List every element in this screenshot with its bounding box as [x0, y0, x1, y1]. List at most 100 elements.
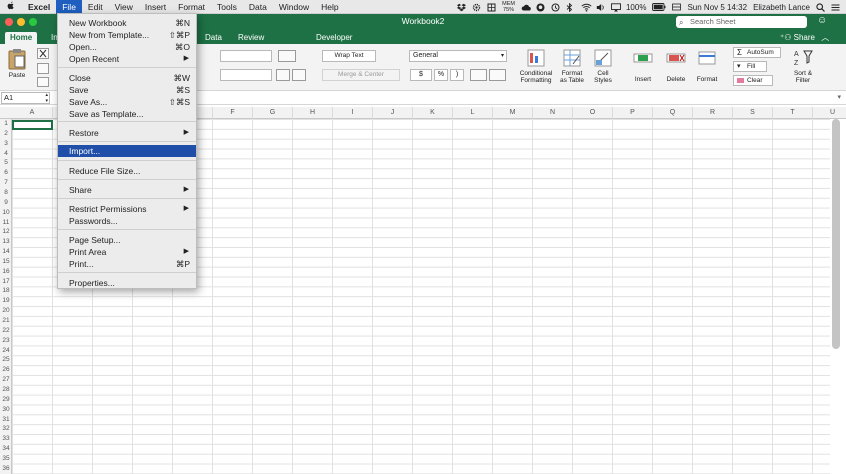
menu-item-open[interactable]: Open... ⌘O	[58, 41, 196, 53]
copy-icon[interactable]	[37, 63, 49, 74]
menu-view[interactable]: View	[109, 0, 139, 14]
row-header[interactable]: 7	[0, 178, 12, 188]
decrease-indent-icon[interactable]	[276, 69, 290, 81]
column-header[interactable]: G	[253, 107, 293, 119]
column-header[interactable]: K	[413, 107, 453, 119]
conditional-formatting-button[interactable]: Conditional Formatting	[516, 48, 556, 84]
menu-list-icon[interactable]	[831, 3, 840, 12]
vertical-align-group[interactable]	[220, 50, 272, 62]
format-painter-icon[interactable]	[37, 77, 49, 87]
vertical-scrollbar[interactable]	[832, 119, 840, 349]
percent-button[interactable]: %	[434, 69, 448, 81]
decrease-decimal-icon[interactable]	[489, 69, 506, 81]
row-header[interactable]: 18	[0, 286, 12, 296]
format-as-table-button[interactable]: Format as Table	[557, 48, 587, 84]
row-header[interactable]: 23	[0, 336, 12, 346]
row-header[interactable]: 27	[0, 375, 12, 385]
menu-item-print-area[interactable]: Print Area ▶	[58, 246, 196, 258]
menu-item-restrict-permissions[interactable]: Restrict Permissions ▶	[58, 203, 196, 215]
row-header[interactable]: 33	[0, 434, 12, 444]
menu-item-new-from-template[interactable]: New from Template... ⇧⌘P	[58, 29, 196, 41]
column-header[interactable]: R	[693, 107, 733, 119]
row-header[interactable]: 21	[0, 316, 12, 326]
increase-indent-icon[interactable]	[292, 69, 306, 81]
row-header[interactable]: 35	[0, 454, 12, 464]
row-header[interactable]: 2	[0, 129, 12, 139]
row-header[interactable]: 30	[0, 405, 12, 415]
name-box[interactable]: A1 ▴ ▾	[1, 92, 50, 104]
menu-data[interactable]: Data	[243, 0, 273, 14]
battery-icon[interactable]	[652, 2, 666, 12]
menu-item-restore[interactable]: Restore ▶	[58, 127, 196, 139]
column-header[interactable]: M	[493, 107, 533, 119]
menu-item-save-as-template[interactable]: Save as Template...	[58, 108, 196, 120]
currency-button[interactable]: $	[410, 69, 432, 81]
row-header[interactable]: 15	[0, 257, 12, 267]
spotlight-search-icon[interactable]	[816, 2, 825, 12]
column-header[interactable]: N	[533, 107, 573, 119]
row-header[interactable]: 8	[0, 188, 12, 198]
dropbox-icon[interactable]	[457, 3, 467, 12]
row-header[interactable]: 34	[0, 444, 12, 454]
row-header[interactable]: 20	[0, 306, 12, 316]
row-header[interactable]: 25	[0, 355, 12, 365]
column-header[interactable]: H	[293, 107, 333, 119]
merge-center-button[interactable]: Merge & Center	[322, 69, 400, 81]
menu-insert[interactable]: Insert	[139, 0, 172, 14]
tab-home[interactable]: Home	[5, 32, 38, 44]
column-header[interactable]: T	[773, 107, 813, 119]
row-header[interactable]: 31	[0, 415, 12, 425]
collapse-ribbon-icon[interactable]: ︿	[821, 33, 829, 42]
row-header[interactable]: 11	[0, 218, 12, 228]
column-header[interactable]: A	[12, 107, 53, 119]
paste-button[interactable]: Paste	[4, 48, 30, 79]
menu-item-reduce-file-size[interactable]: Reduce File Size...	[58, 165, 196, 177]
menu-excel[interactable]: Excel	[22, 0, 56, 14]
menu-edit[interactable]: Edit	[82, 0, 109, 14]
row-header[interactable]: 19	[0, 296, 12, 306]
wifi-icon[interactable]	[581, 3, 592, 12]
active-cell[interactable]	[12, 120, 53, 130]
horizontal-align-group[interactable]	[220, 69, 272, 81]
tab-review[interactable]: Review	[233, 32, 269, 44]
menu-item-properties[interactable]: Properties...	[58, 277, 196, 289]
user-name[interactable]: Elizabeth Lance	[753, 3, 810, 12]
search-sheet-input[interactable]: ⌕ Search Sheet	[676, 16, 807, 28]
gear-icon[interactable]	[472, 3, 481, 12]
network-icon[interactable]	[487, 3, 496, 12]
fill-button[interactable]: ▾ Fill	[733, 61, 767, 72]
column-header[interactable]: J	[373, 107, 413, 119]
row-header[interactable]: 1	[0, 119, 12, 129]
row-header[interactable]: 17	[0, 277, 12, 287]
row-header[interactable]: 12	[0, 227, 12, 237]
number-format-select[interactable]: General ▾	[409, 50, 507, 62]
column-header[interactable]: Q	[653, 107, 693, 119]
menu-item-close[interactable]: Close ⌘W	[58, 72, 196, 84]
menu-item-save[interactable]: Save ⌘S	[58, 84, 196, 96]
row-header[interactable]: 26	[0, 365, 12, 375]
column-header[interactable]: S	[733, 107, 773, 119]
menu-item-open-recent[interactable]: Open Recent ▶	[58, 53, 196, 65]
row-header[interactable]: 3	[0, 139, 12, 149]
column-header[interactable]: I	[333, 107, 373, 119]
column-header[interactable]: O	[573, 107, 613, 119]
menu-item-new-workbook[interactable]: New Workbook ⌘N	[58, 17, 196, 29]
menu-item-print[interactable]: Print... ⌘P	[58, 258, 196, 270]
row-header[interactable]: 9	[0, 198, 12, 208]
row-header[interactable]: 28	[0, 385, 12, 395]
row-header[interactable]: 6	[0, 168, 12, 178]
row-header[interactable]: 4	[0, 149, 12, 159]
expand-formula-bar-icon[interactable]: ▾	[837, 93, 841, 101]
row-header[interactable]: 22	[0, 326, 12, 336]
memory-indicator[interactable]: MEM 75%	[502, 1, 515, 13]
column-header[interactable]: U	[813, 107, 846, 119]
row-header[interactable]: 32	[0, 424, 12, 434]
row-header[interactable]: 5	[0, 158, 12, 168]
flag-icon[interactable]	[672, 3, 682, 12]
row-header[interactable]: 29	[0, 395, 12, 405]
row-header[interactable]: 24	[0, 346, 12, 356]
apple-icon[interactable]	[0, 1, 22, 13]
bluetooth-icon[interactable]	[566, 2, 575, 12]
autosum-button[interactable]: Σ AutoSum	[733, 47, 781, 58]
cloud-icon[interactable]	[521, 3, 531, 12]
